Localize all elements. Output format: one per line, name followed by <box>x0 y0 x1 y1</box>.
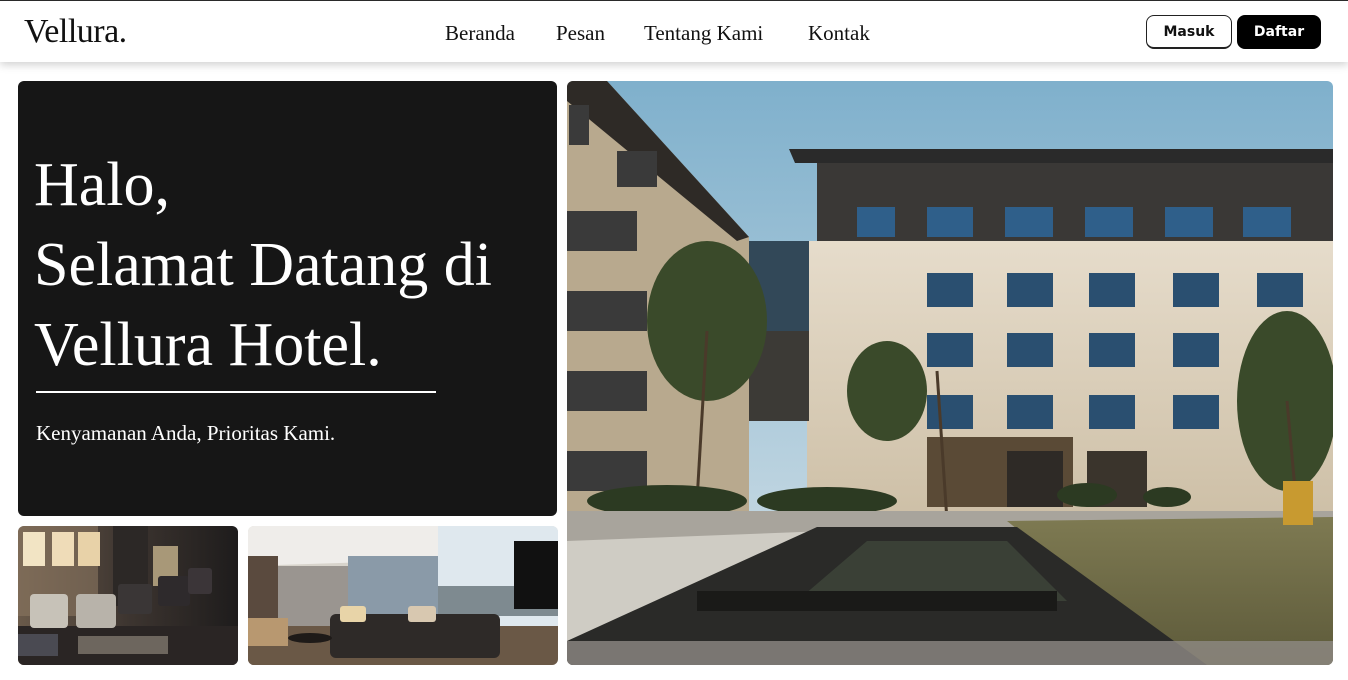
nav-link-beranda[interactable]: Beranda <box>445 21 515 46</box>
hero-heading-line-1: Halo, <box>34 151 171 219</box>
nav-link-kontak[interactable]: Kontak <box>808 21 870 46</box>
hero-heading-line-2: Selamat Datang di <box>34 231 492 299</box>
nav-link-tentang-kami[interactable]: Tentang Kami <box>644 21 763 46</box>
hero-heading: Halo, Selamat Datang di Vellura Hotel. <box>34 145 554 385</box>
hero-welcome-card: Halo, Selamat Datang di Vellura Hotel. K… <box>18 81 557 516</box>
suite-photo <box>248 526 558 665</box>
nav-link-pesan[interactable]: Pesan <box>556 21 605 46</box>
top-navbar: Vellura. Beranda Pesan Tentang Kami Kont… <box>0 0 1348 62</box>
lobby-photo <box>18 526 238 665</box>
login-button[interactable]: Masuk <box>1146 15 1232 49</box>
hero-divider <box>36 391 436 393</box>
register-button[interactable]: Daftar <box>1237 15 1321 49</box>
hotel-building-photo <box>567 81 1333 665</box>
hero-heading-line-3: Vellura Hotel. <box>34 311 382 379</box>
hero-tagline: Kenyamanan Anda, Prioritas Kami. <box>36 421 336 445</box>
